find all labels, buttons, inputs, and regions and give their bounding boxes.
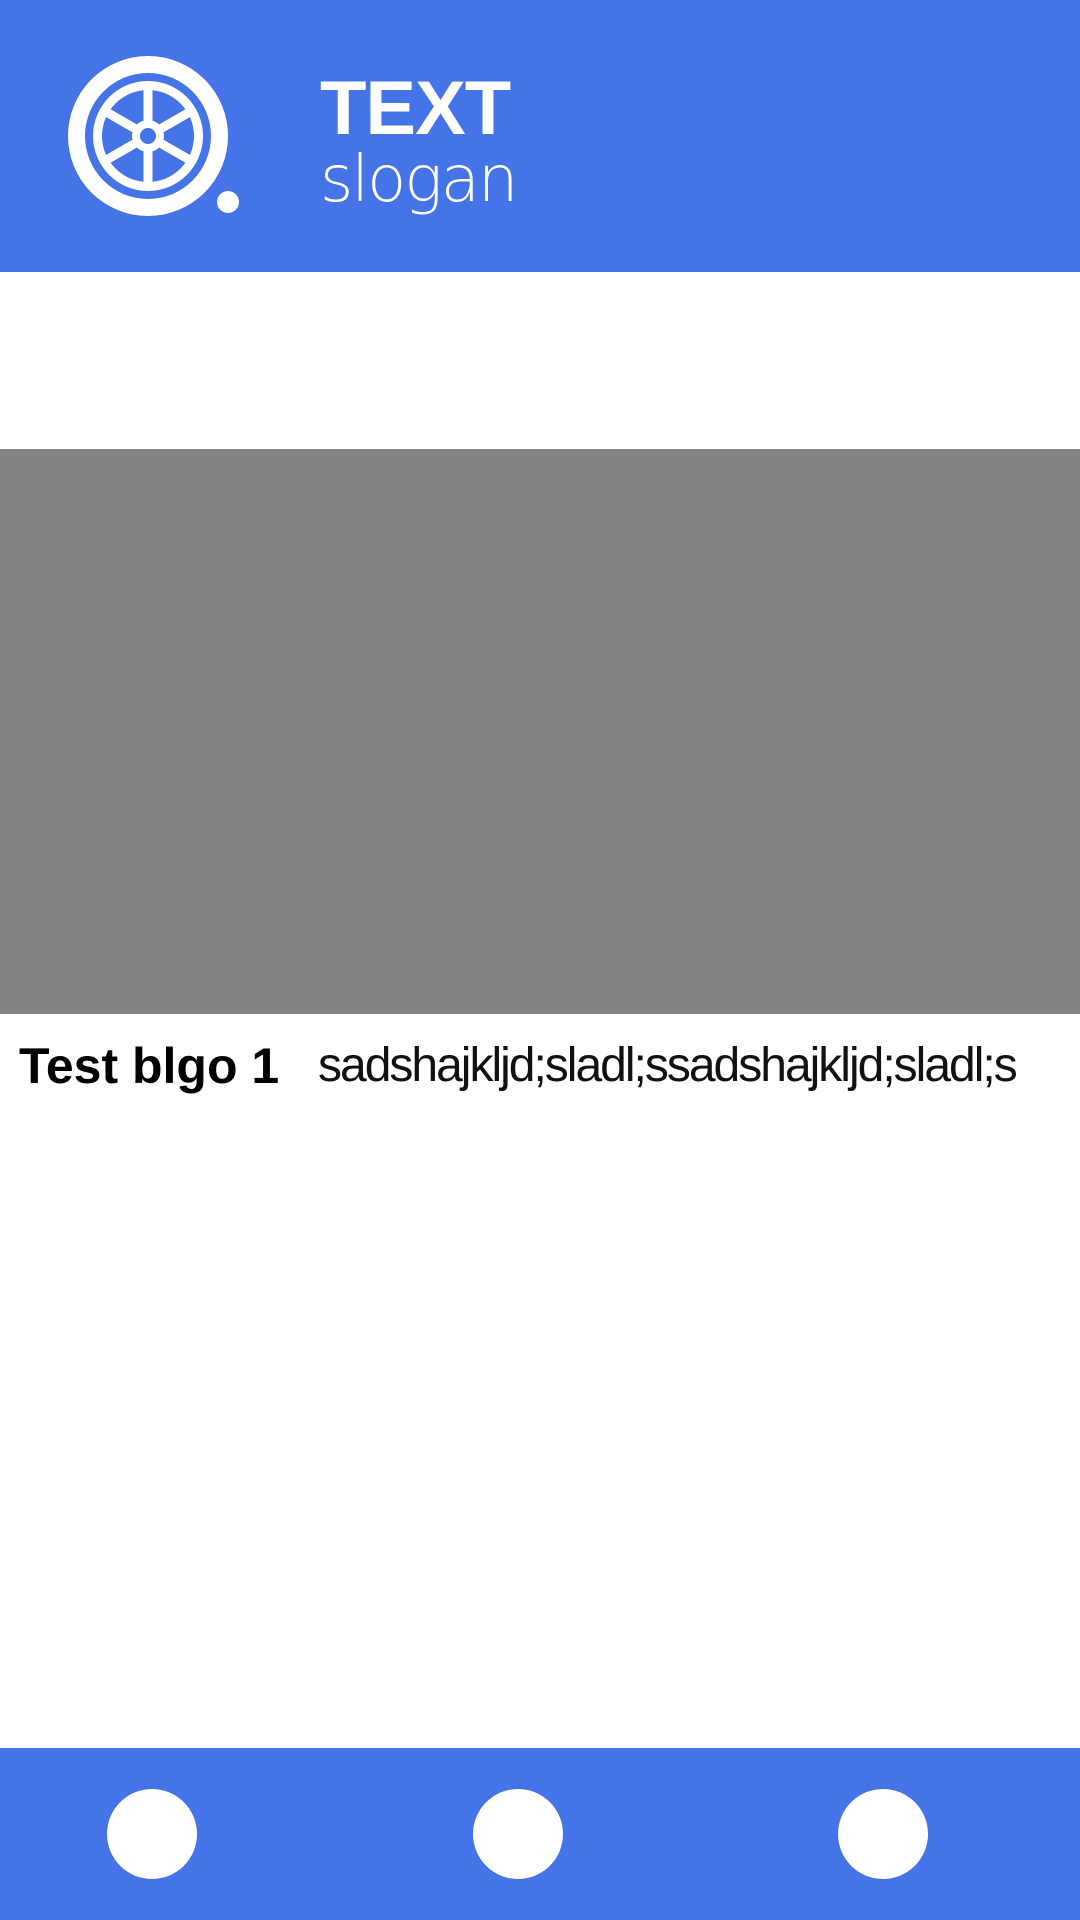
nav-button-1[interactable] xyxy=(107,1789,197,1879)
hero-image-placeholder[interactable] xyxy=(0,449,1080,1014)
app-header: TEXT slogan xyxy=(0,0,1080,272)
bottom-navigation xyxy=(0,1748,1080,1920)
nav-button-3[interactable] xyxy=(838,1789,928,1879)
app-screen: TEXT slogan Test blgo 1 sadshajkljd;slad… xyxy=(0,0,1080,1920)
app-title: TEXT xyxy=(320,66,511,151)
blog-post-item[interactable]: Test blgo 1 sadshajkljd;sladl;ssadshajkl… xyxy=(0,1014,1080,1114)
post-title[interactable]: Test blgo 1 xyxy=(19,1038,279,1094)
brand-block: TEXT slogan xyxy=(320,66,518,217)
post-excerpt: sadshajkljd;sladl;ssadshajkljd;sladl;s xyxy=(318,1039,1018,1092)
wheel-icon[interactable] xyxy=(66,54,246,226)
app-slogan: slogan xyxy=(320,143,518,217)
nav-button-2[interactable] xyxy=(473,1789,563,1879)
